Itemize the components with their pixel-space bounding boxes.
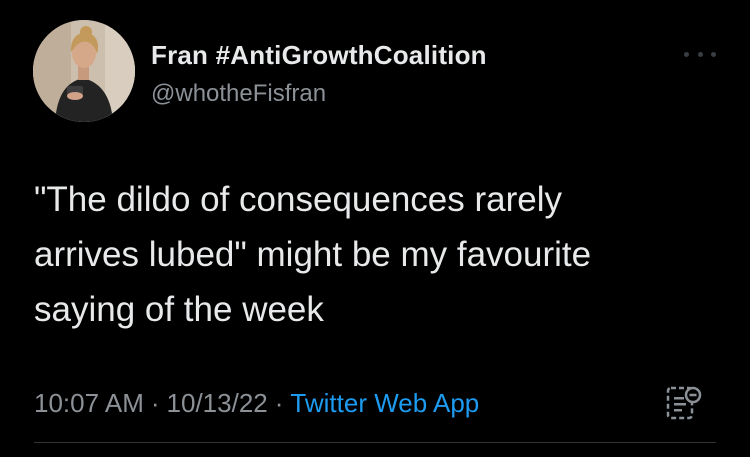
analytics-icon-glyph: [666, 386, 702, 420]
tweet-date[interactable]: 10/13/22: [167, 388, 268, 418]
more-dot: [684, 51, 689, 57]
more-options-icon[interactable]: [684, 46, 716, 62]
author-display-name[interactable]: Fran #AntiGrowthCoalition: [151, 40, 487, 71]
tweet-text: "The dildo of consequences rarely arrive…: [34, 180, 592, 329]
analytics-icon[interactable]: [666, 385, 702, 421]
tweet-card: Fran #AntiGrowthCoalition @whotheFisfran…: [0, 0, 750, 457]
avatar[interactable]: [33, 20, 135, 122]
divider: [34, 442, 716, 443]
profile-photo-icon: [33, 20, 135, 122]
more-dot: [697, 51, 703, 57]
tweet-metadata: 10:07 AM · 10/13/22 · Twitter Web App: [34, 388, 479, 419]
more-dot: [711, 51, 716, 57]
meta-separator: ·: [274, 388, 284, 418]
tweet-time[interactable]: 10:07 AM: [34, 388, 144, 418]
meta-separator: ·: [150, 388, 160, 418]
tweet-source-link[interactable]: Twitter Web App: [290, 388, 479, 418]
author-handle[interactable]: @whotheFisfran: [151, 80, 326, 108]
